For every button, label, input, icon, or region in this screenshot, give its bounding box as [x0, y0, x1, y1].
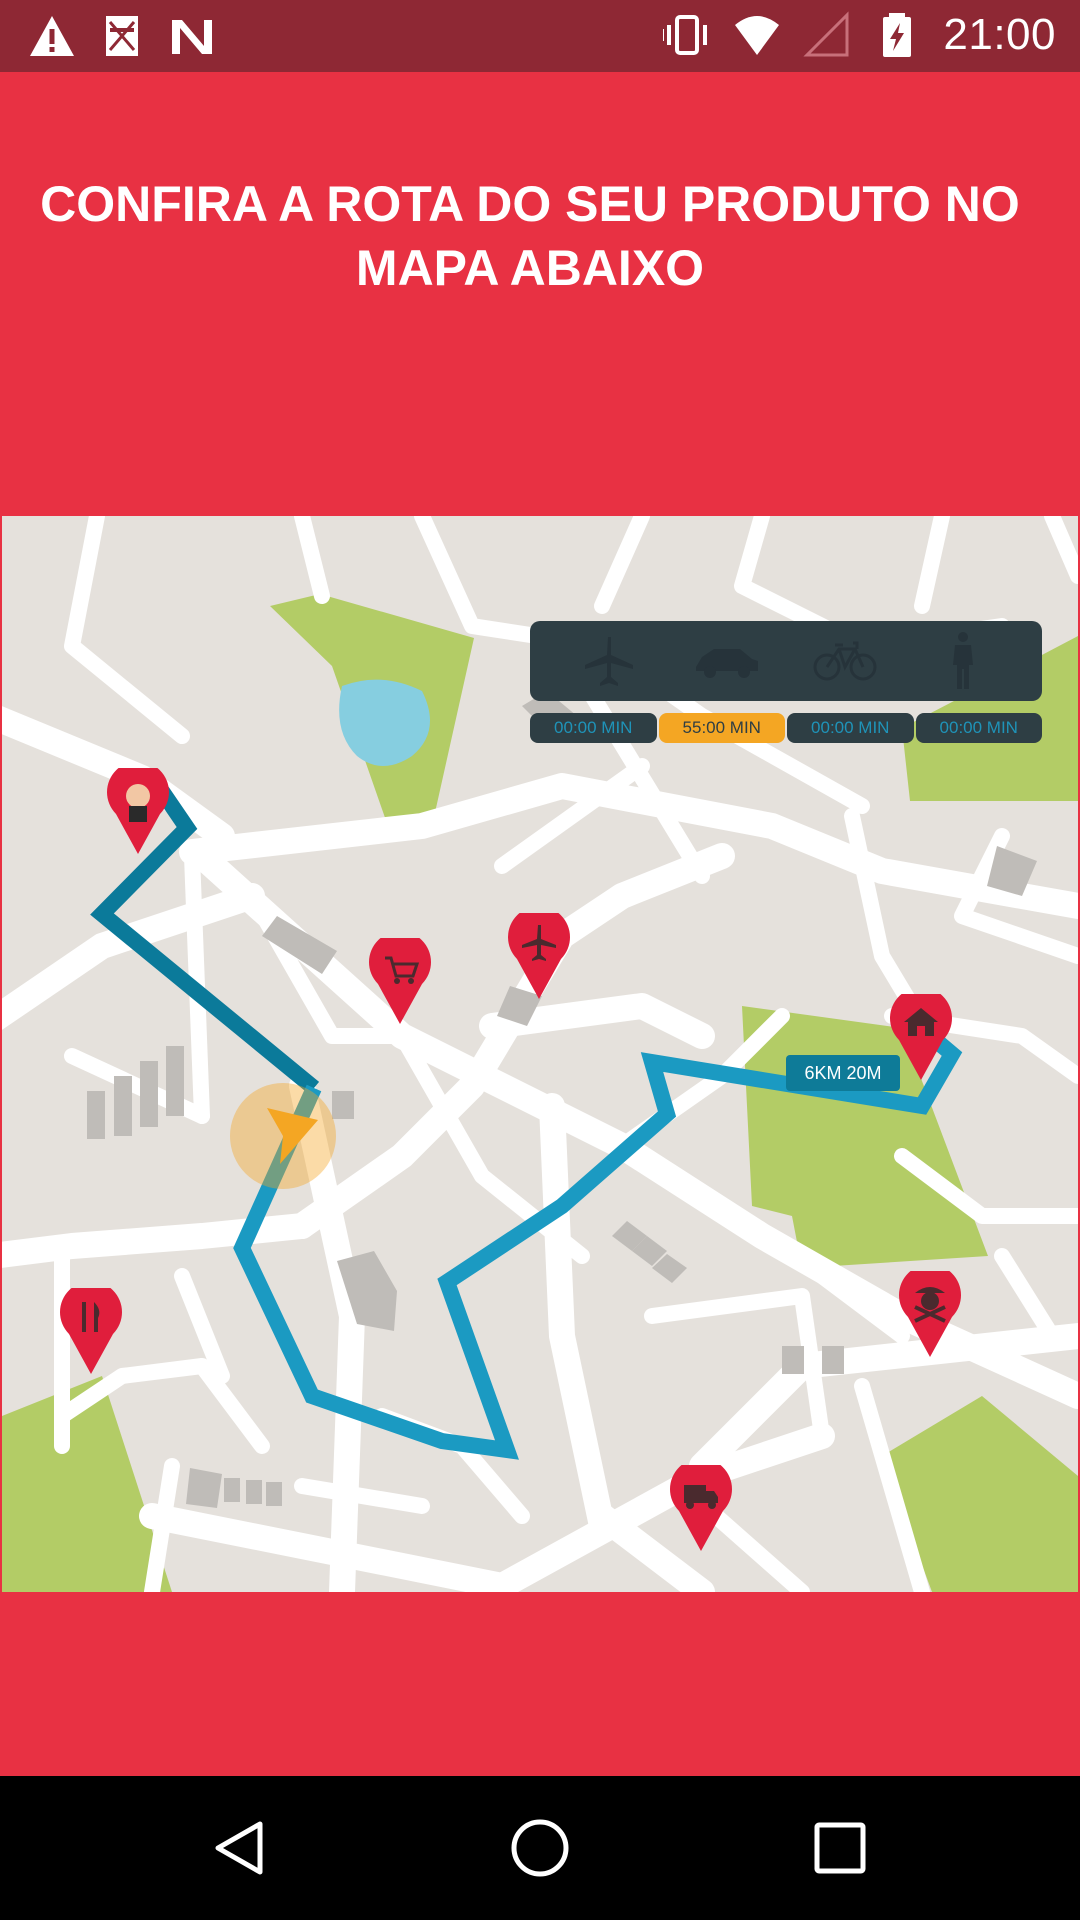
walking-icon: [953, 632, 973, 689]
pirate-pin[interactable]: [898, 1271, 962, 1359]
signal-icon: [803, 11, 849, 57]
bicycle-mode-button[interactable]: [810, 631, 880, 691]
plane-pin[interactable]: [507, 913, 571, 1001]
walk-mode-button[interactable]: [928, 631, 998, 691]
plane-icon: [585, 637, 633, 686]
wifi-icon: [735, 16, 780, 55]
recents-button[interactable]: [800, 1808, 880, 1888]
bicycle-icon: [813, 641, 877, 681]
home-circle-icon: [511, 1819, 569, 1877]
page-title: CONFIRA A ROTA DO SEU PRODUTO NO MAPA AB…: [40, 176, 1020, 296]
truck-pin[interactable]: [669, 1465, 733, 1553]
transport-time-row: 00:00 MIN 55:00 MIN 00:00 MIN 00:00 MIN: [530, 713, 1042, 745]
warning-icon: [30, 16, 74, 56]
back-button[interactable]: [200, 1808, 280, 1888]
car-icon: [696, 649, 758, 678]
vibrate-icon: [663, 15, 708, 55]
plane-time: 00:00 MIN: [530, 713, 657, 743]
restaurant-pin[interactable]: [59, 1288, 123, 1376]
recents-icon: [814, 1822, 866, 1874]
avatar-pin[interactable]: [107, 768, 169, 856]
battery-charging-icon: [883, 13, 912, 57]
route-map[interactable]: 00:00 MIN 55:00 MIN 00:00 MIN 00:00 MIN …: [2, 516, 1078, 1592]
clock: 21:00: [943, 10, 1056, 59]
n-icon: [172, 20, 212, 54]
no-sim-notification-icon: [106, 16, 138, 56]
bicycle-time: 00:00 MIN: [787, 713, 914, 743]
home-button[interactable]: [500, 1808, 580, 1888]
distance-badge: 6KM 20M: [786, 1055, 900, 1091]
navigation-bar: [0, 1776, 1080, 1920]
walk-time: 00:00 MIN: [915, 713, 1042, 743]
plane-mode-button[interactable]: [574, 631, 644, 691]
status-bar: 21:00: [0, 0, 1080, 72]
cart-pin[interactable]: [368, 938, 432, 1026]
transport-mode-panel: [530, 621, 1042, 701]
car-time: 55:00 MIN: [658, 713, 785, 743]
app-content: CONFIRA A ROTA DO SEU PRODUTO NO MAPA AB…: [0, 72, 1080, 1776]
car-mode-button[interactable]: [692, 631, 762, 691]
back-icon: [215, 1821, 263, 1875]
